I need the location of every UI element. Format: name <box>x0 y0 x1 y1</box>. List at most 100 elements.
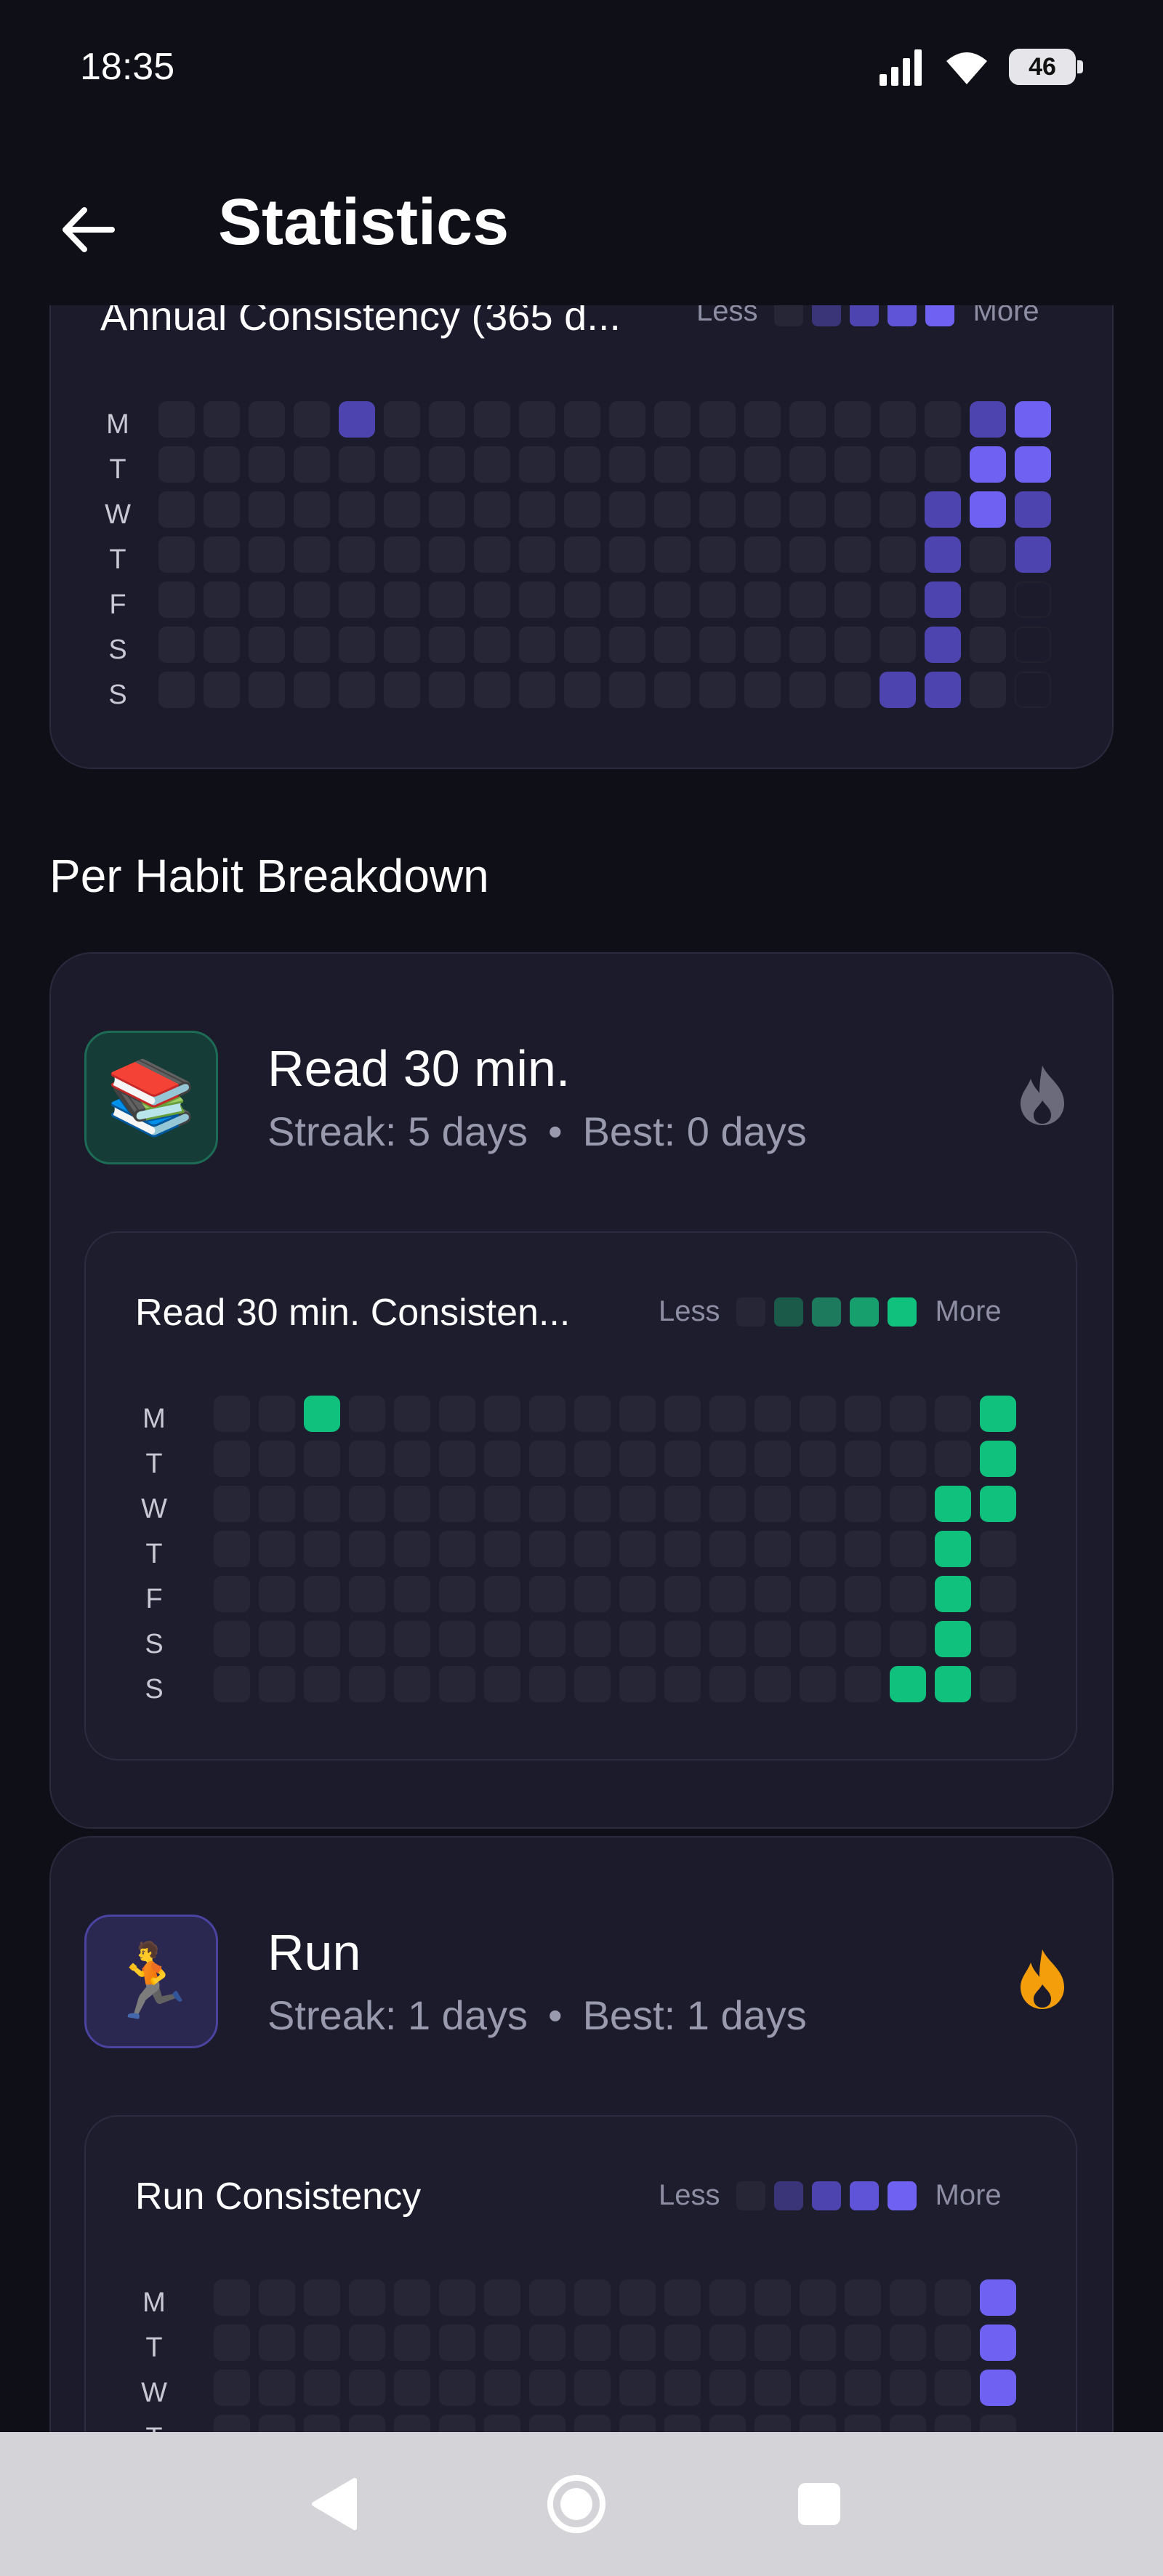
heatmap-cell <box>935 1441 971 1477</box>
heatmap-cell <box>349 1576 385 1612</box>
heatmap-cell <box>519 446 555 483</box>
habit-heatmap-grid-read <box>196 1396 1025 1712</box>
day-label: S <box>108 680 127 710</box>
heatmap-cell <box>609 672 645 708</box>
legend-less-label: Less <box>696 305 758 327</box>
heatmap-cell <box>304 1396 340 1432</box>
heatmap-cell <box>214 1666 250 1702</box>
heatmap-cell <box>609 581 645 618</box>
heatmap-cell <box>529 1576 566 1612</box>
flame-icon <box>1021 1949 1064 2009</box>
heatmap-cell <box>294 672 330 708</box>
heatmap-cell <box>709 1531 746 1567</box>
heatmap-cell <box>574 1396 611 1432</box>
heatmap-cell <box>800 1531 836 1567</box>
heatmap-cell <box>574 1486 611 1522</box>
heatmap-cell <box>429 672 465 708</box>
heatmap-cell <box>564 401 600 438</box>
heatmap-cell <box>834 401 871 438</box>
heatmap-cell <box>834 491 871 528</box>
heatmap-cell <box>619 1441 656 1477</box>
habit-best: Best: 0 days <box>582 1108 807 1154</box>
battery-level: 46 <box>1029 52 1056 81</box>
heatmap-cell <box>439 1531 475 1567</box>
heatmap-cell <box>654 672 691 708</box>
nav-back-button[interactable] <box>294 2464 374 2544</box>
heatmap-cell <box>1015 401 1051 438</box>
heatmap-cell <box>754 2325 791 2361</box>
heatmap-cell <box>214 1441 250 1477</box>
day-label: S <box>108 635 127 665</box>
heatmap-cell <box>519 536 555 573</box>
heatmap-cell <box>564 672 600 708</box>
back-button[interactable] <box>51 193 124 266</box>
heatmap-cell <box>925 401 961 438</box>
heatmap-cell <box>880 491 916 528</box>
legend-swatch-4 <box>925 305 954 326</box>
heatmap-cell <box>709 1486 746 1522</box>
heatmap-cell <box>664 1531 701 1567</box>
heatmap-cell <box>980 1666 1016 1702</box>
heatmap-cell <box>529 1486 566 1522</box>
heatmap-cell <box>484 1441 520 1477</box>
heatmap-cell <box>158 491 195 528</box>
heatmap-cell <box>789 627 826 663</box>
nav-recents-button[interactable] <box>779 2464 859 2544</box>
heatmap-cell <box>294 491 330 528</box>
legend-swatch-4 <box>887 1297 917 1327</box>
heatmap-cell <box>484 1621 520 1657</box>
heatmap-cell <box>970 536 1006 573</box>
heatmap-cell <box>654 581 691 618</box>
heatmap-cell <box>800 1486 836 1522</box>
heatmap-cell <box>664 1666 701 1702</box>
heatmap-cell <box>890 1486 926 1522</box>
heatmap-cell <box>709 2370 746 2406</box>
triangle-back-icon <box>312 2478 357 2530</box>
heatmap-cell <box>880 401 916 438</box>
heatmap-cell <box>789 672 826 708</box>
day-label: M <box>106 409 129 440</box>
heatmap-cell <box>609 491 645 528</box>
heatmap-cell <box>439 2325 475 2361</box>
heatmap-cell <box>384 491 420 528</box>
heatmap-cell <box>474 581 510 618</box>
habit-meta: Streak: 5 days • Best: 0 days <box>267 1108 807 1155</box>
heatmap-cell <box>158 627 195 663</box>
heatmap-cell <box>744 672 781 708</box>
heatmap-cell <box>834 536 871 573</box>
heatmap-cell <box>1015 581 1051 618</box>
heatmap-cell <box>754 1531 791 1567</box>
heatmap-cell <box>259 1396 295 1432</box>
heatmap-cell <box>259 1666 295 1702</box>
heatmap-cell <box>890 1396 926 1432</box>
heatmap-cell <box>349 2370 385 2406</box>
heatmap-cell <box>474 627 510 663</box>
heatmap-cell <box>744 446 781 483</box>
statistics-scroll-area[interactable]: Annual Consistency (365 d... Less More M… <box>0 305 1163 2435</box>
heatmap-cell <box>204 401 240 438</box>
heatmap-cell <box>529 1666 566 1702</box>
heatmap-cell <box>484 1531 520 1567</box>
heatmap-cell <box>294 627 330 663</box>
nav-home-button[interactable] <box>536 2464 616 2544</box>
heatmap-cell <box>259 2279 295 2316</box>
wifi-icon <box>946 52 987 84</box>
square-recents-icon <box>798 2483 840 2525</box>
heatmap-cell <box>664 1621 701 1657</box>
heatmap-cell <box>834 672 871 708</box>
heatmap-cell <box>259 1576 295 1612</box>
heatmap-cell <box>980 1486 1016 1522</box>
heatmap-cell <box>619 1576 656 1612</box>
heatmap-cell <box>980 1441 1016 1477</box>
heatmap-cell <box>754 1621 791 1657</box>
habit-streak: Streak: 1 days <box>267 1992 528 2038</box>
heatmap-cell <box>845 1621 881 1657</box>
heatmap-cell <box>214 1531 250 1567</box>
heatmap-cell <box>484 1666 520 1702</box>
heatmap-cell <box>259 1486 295 1522</box>
heatmap-cell <box>384 581 420 618</box>
day-label: S <box>145 1629 164 1659</box>
heatmap-cell <box>304 1531 340 1567</box>
heatmap-cell <box>845 1486 881 1522</box>
legend-swatch-1 <box>811 305 841 326</box>
